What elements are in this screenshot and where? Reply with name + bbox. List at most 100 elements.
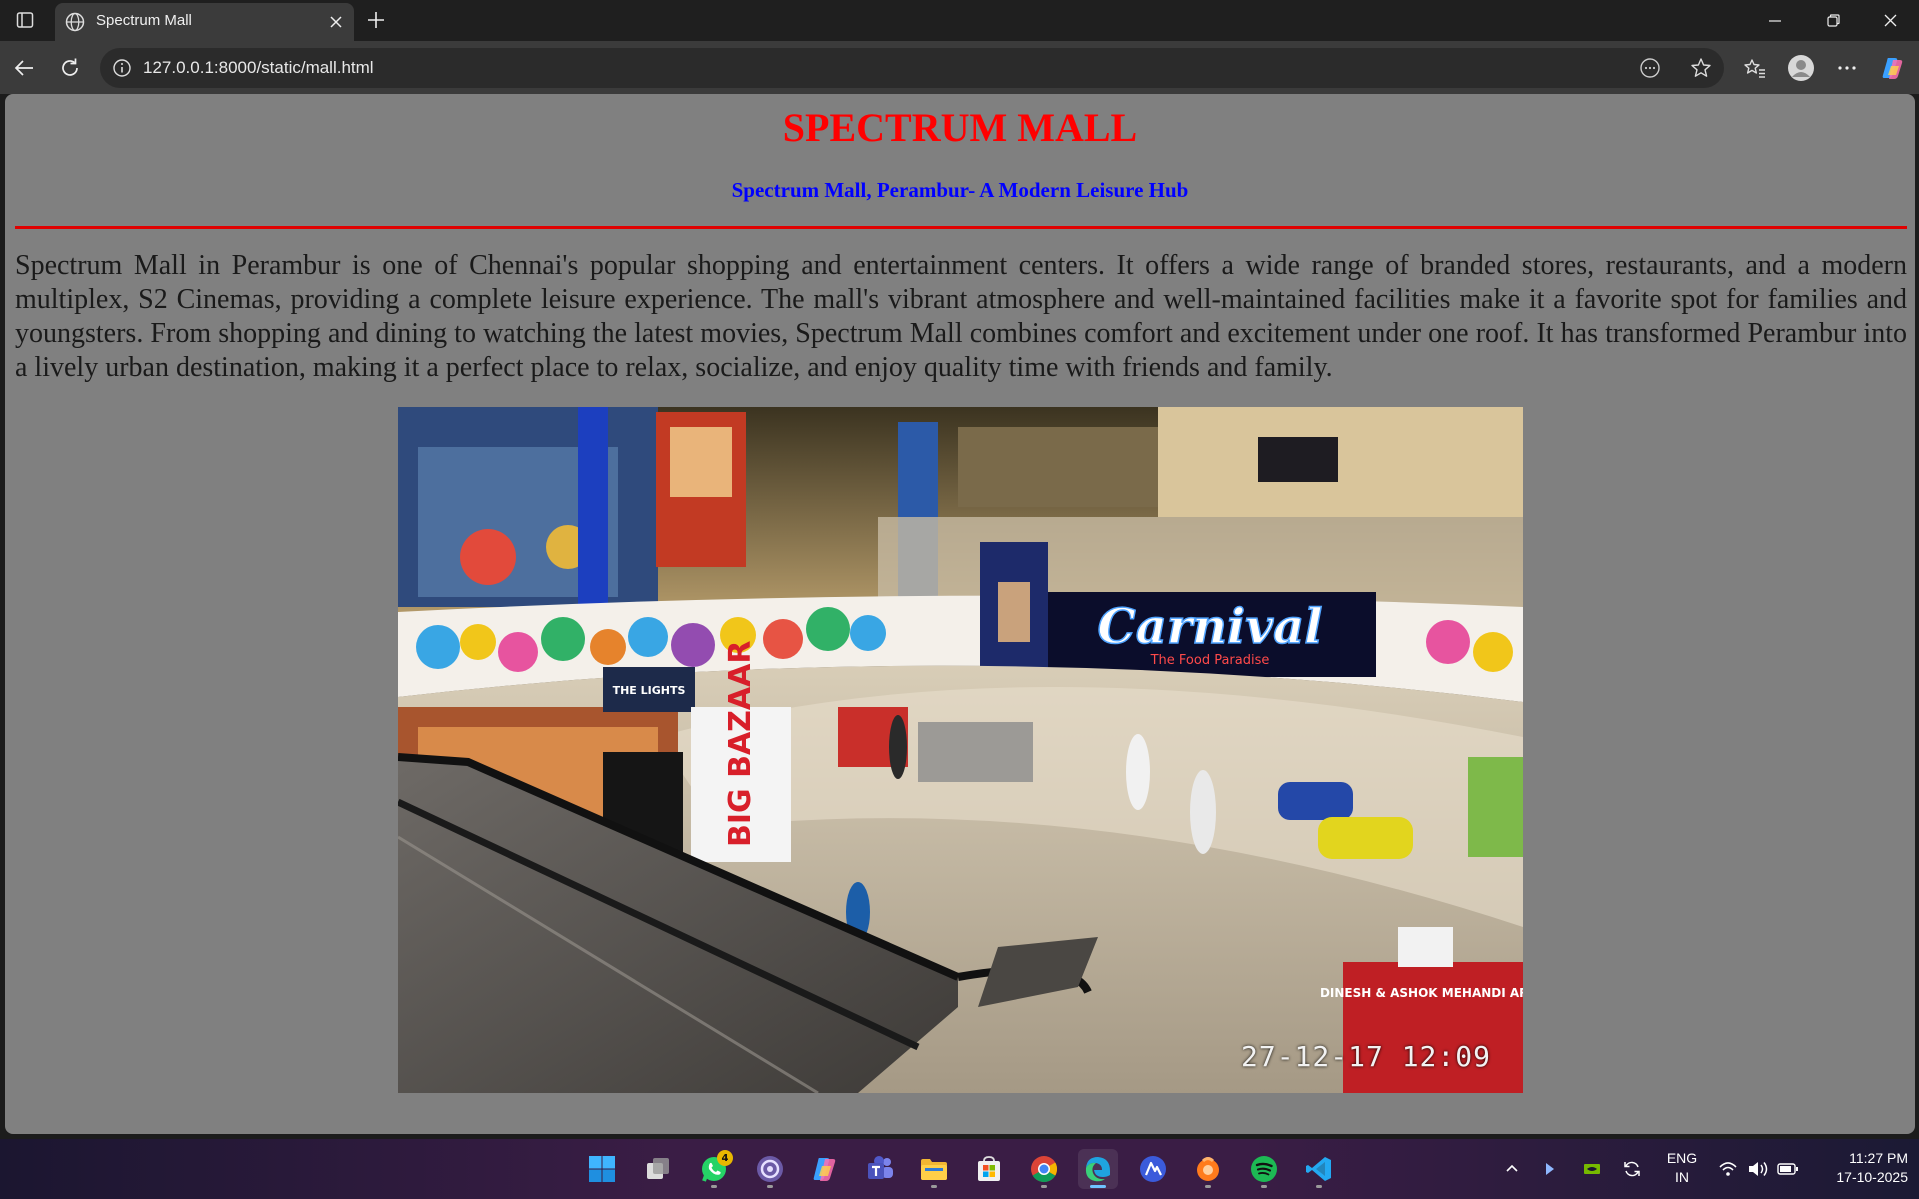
mall-interior-illustration: Carnival The Food Paradise THE LIGHTS BI…	[398, 407, 1523, 1093]
spotify-icon	[1251, 1156, 1277, 1182]
orange-app-icon	[1197, 1157, 1219, 1181]
copilot-button[interactable]	[1879, 54, 1907, 82]
reading-view-button[interactable]	[1638, 56, 1662, 80]
back-arrow-icon	[14, 60, 33, 76]
mall-photo: Carnival The Food Paradise THE LIGHTS BI…	[398, 407, 1523, 1093]
running-indicator	[767, 1185, 773, 1188]
taskbar-spotify[interactable]	[1244, 1149, 1284, 1189]
tray-wifi[interactable]	[1716, 1157, 1740, 1181]
favorite-star-button[interactable]	[1689, 56, 1713, 80]
tray-app-1[interactable]	[1538, 1157, 1562, 1181]
taskbar-microsoft-store[interactable]	[969, 1149, 1009, 1189]
tray-volume[interactable]	[1746, 1157, 1770, 1181]
chrome-icon	[1031, 1156, 1058, 1183]
refresh-icon	[62, 58, 78, 76]
triangle-app-icon	[1140, 1156, 1166, 1182]
taskbar-task-view[interactable]	[638, 1149, 678, 1189]
browser-toolbar: 127.0.0.1:8000/static/mall.html	[0, 41, 1919, 94]
minimize-icon	[1769, 19, 1781, 22]
site-info-icon[interactable]	[112, 58, 132, 78]
vscode-icon	[1306, 1157, 1331, 1181]
taskbar-app-orange[interactable]	[1188, 1149, 1228, 1189]
copilot-icon	[1882, 58, 1903, 79]
tray-sync[interactable]	[1620, 1157, 1644, 1181]
taskbar-app-triangle[interactable]	[1133, 1149, 1173, 1189]
sign-carnival: Carnival	[1098, 599, 1323, 655]
sync-icon	[1624, 1161, 1640, 1177]
system-clock[interactable]: 11:27 PM 17-10-2025	[1808, 1149, 1908, 1187]
task-view-icon	[647, 1158, 669, 1179]
windows-taskbar: 4 ENG IN 11:27 PM 17-10-2025	[0, 1139, 1919, 1199]
close-window-button[interactable]	[1861, 0, 1919, 41]
show-hidden-icons-button[interactable]	[1500, 1157, 1524, 1181]
tray-battery[interactable]	[1776, 1157, 1800, 1181]
profile-button[interactable]	[1787, 54, 1815, 82]
settings-more-button[interactable]	[1833, 54, 1861, 82]
clock-date: 17-10-2025	[1836, 1169, 1908, 1185]
tab-spectrum-mall[interactable]: Spectrum Mall	[55, 3, 354, 41]
restore-button[interactable]	[1804, 0, 1862, 41]
favorites-icon	[1744, 59, 1765, 78]
running-indicator	[711, 1185, 717, 1188]
running-indicator	[1205, 1185, 1211, 1188]
tab-actions-icon	[16, 12, 34, 28]
nvidia-icon	[1584, 1164, 1600, 1174]
avatar-icon	[1788, 55, 1814, 81]
taskbar-edge[interactable]	[1078, 1149, 1118, 1189]
page-title: SPECTRUM MALL	[782, 105, 1138, 150]
close-icon	[1884, 14, 1896, 27]
browser-title-bar: Spectrum Mall	[0, 0, 1919, 41]
address-bar[interactable]: 127.0.0.1:8000/static/mall.html	[100, 48, 1724, 88]
more-circle-icon	[1640, 58, 1660, 78]
taskbar-teams[interactable]	[860, 1149, 900, 1189]
globe-icon	[65, 12, 85, 32]
sign-food-paradise: The Food Paradise	[1150, 653, 1270, 668]
edge-icon	[1085, 1157, 1110, 1182]
taskbar-app-circle[interactable]	[750, 1149, 790, 1189]
running-indicator	[1041, 1185, 1047, 1188]
windows-logo-icon	[589, 1156, 615, 1182]
plus-icon	[368, 12, 384, 28]
folder-icon	[921, 1159, 947, 1180]
taskbar-file-explorer[interactable]	[914, 1149, 954, 1189]
clock-time: 11:27 PM	[1849, 1150, 1908, 1166]
intro-paragraph: Spectrum Mall in Perambur is one of Chen…	[15, 250, 1907, 383]
volume-icon	[1749, 1162, 1768, 1176]
teams-icon	[868, 1156, 893, 1179]
running-indicator	[1261, 1185, 1267, 1188]
battery-icon	[1777, 1163, 1798, 1175]
language-indicator[interactable]: ENG IN	[1662, 1149, 1702, 1187]
refresh-button[interactable]	[56, 54, 84, 82]
tray-nvidia[interactable]	[1580, 1157, 1604, 1181]
sign-the-lights: THE LIGHTS	[613, 684, 686, 697]
url-text[interactable]: 127.0.0.1:8000/static/mall.html	[143, 58, 374, 78]
language-code: ENG	[1666, 1150, 1698, 1166]
taskbar-chrome[interactable]	[1024, 1149, 1064, 1189]
wifi-icon	[1719, 1162, 1737, 1176]
taskbar-whatsapp[interactable]: 4	[694, 1149, 734, 1189]
store-icon	[978, 1156, 1000, 1181]
photo-timestamp: 27-12-17 12:09	[1240, 1040, 1491, 1073]
back-button[interactable]	[10, 54, 38, 82]
close-icon	[330, 16, 342, 28]
active-indicator	[1090, 1185, 1106, 1188]
taskbar-copilot[interactable]	[805, 1149, 845, 1189]
more-horizontal-icon	[1838, 66, 1856, 70]
star-icon	[1691, 58, 1711, 77]
chevron-up-icon	[1506, 1164, 1518, 1172]
favorites-button[interactable]	[1741, 54, 1769, 82]
tab-close-button[interactable]	[326, 12, 346, 32]
page-subtitle: Spectrum Mall, Perambur- A Modern Leisur…	[731, 178, 1189, 202]
swirl-app-icon	[757, 1156, 783, 1182]
sign-mehandi: DINESH & ASHOK MEHANDI ART	[1320, 986, 1523, 1000]
copilot-icon	[813, 1158, 836, 1181]
taskbar-start[interactable]	[582, 1149, 622, 1189]
taskbar-vscode[interactable]	[1299, 1149, 1339, 1189]
horizontal-rule	[15, 226, 1907, 229]
whatsapp-badge: 4	[717, 1150, 733, 1166]
cursor-app-icon	[1546, 1163, 1554, 1175]
new-tab-button[interactable]	[364, 8, 388, 32]
tab-actions-button[interactable]	[10, 8, 40, 32]
page-viewport: SPECTRUM MALL Spectrum Mall, Perambur- A…	[5, 94, 1915, 1134]
minimize-button[interactable]	[1746, 0, 1804, 41]
